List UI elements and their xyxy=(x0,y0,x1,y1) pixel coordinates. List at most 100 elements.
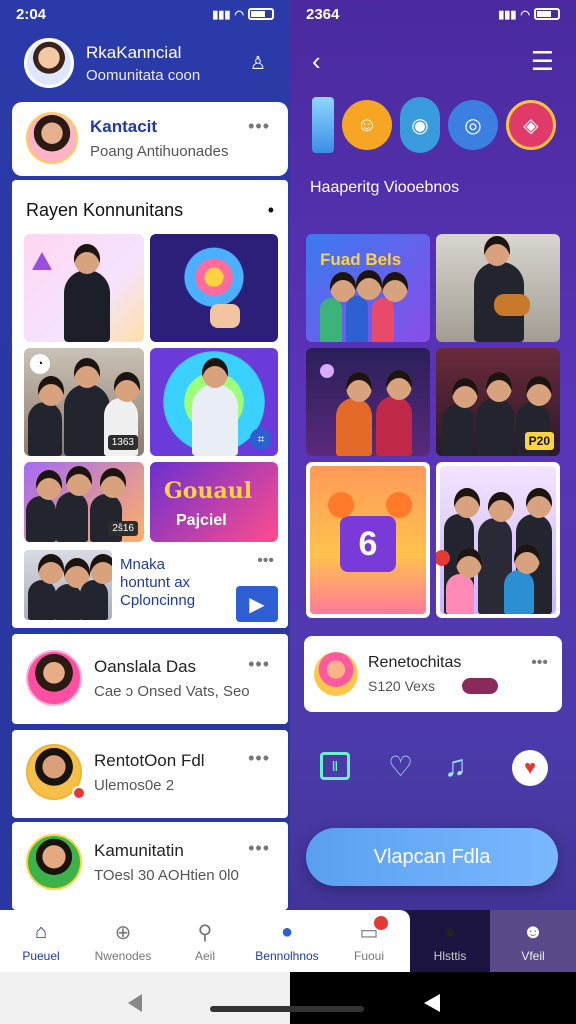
hand-icon xyxy=(210,304,240,328)
back-nav-icon[interactable] xyxy=(128,994,142,1012)
video-grid: Fuad Bels P20 6 xyxy=(306,234,560,618)
list-avatar xyxy=(26,834,82,890)
top-card[interactable]: Kantacit Poang Antihuonades ••• xyxy=(12,102,288,176)
nav-search[interactable]: ⚲ Aeil xyxy=(164,910,246,972)
more-icon[interactable]: ••• xyxy=(248,654,270,675)
lightbulb-icon[interactable]: ◉ xyxy=(400,97,440,153)
calendar-icon[interactable]: Ⅱ xyxy=(320,752,350,780)
video-tile[interactable] xyxy=(436,462,560,618)
top-bar: ‹ ☰ xyxy=(290,28,576,77)
media-list-item[interactable]: Mnaka hontunt ax Cploncinng ••• ▶ xyxy=(24,550,280,622)
media-tile[interactable] xyxy=(150,234,278,342)
wifi-icon: ◠ xyxy=(520,8,530,21)
person-icon: ☻ xyxy=(522,920,544,943)
list-name: Kamunitatin xyxy=(94,840,184,860)
media-tile[interactable]: 1363 ◔ xyxy=(24,348,144,456)
plus-circle-icon: ⊕ xyxy=(114,921,132,944)
cat-icon: ● xyxy=(443,920,457,943)
nav-add[interactable]: ⊕ Nwenodes xyxy=(82,910,164,972)
video-tile[interactable] xyxy=(436,234,560,342)
media-text: Mnaka hontunt ax Cploncinng xyxy=(120,556,195,610)
avatar-bubble-icon[interactable]: ☺ xyxy=(342,100,392,150)
video-tile[interactable]: Fuad Bels xyxy=(306,234,430,342)
list-item[interactable]: RentotOon Fdl Ulemos0e 2 ••• xyxy=(12,730,288,818)
nav-profile[interactable]: ☻ Vfeil xyxy=(490,910,576,972)
home-icon: ⌂ xyxy=(34,920,48,943)
right-pane: 2364 ▮▮▮ ◠ ‹ ☰ ☺ ◉ ◎ ◈ Haaperitg Viooebn… xyxy=(290,0,576,1024)
promo-avatar xyxy=(314,652,358,696)
community-feed-card: Rayen Konnunitans • 1363 ◔ ⌗ 2ŝ16 Gouaul… xyxy=(12,180,288,628)
heart-outline-icon[interactable]: ♡ xyxy=(388,750,413,783)
tile-badge: 6 xyxy=(340,516,396,572)
media-tile[interactable]: 2ŝ16 xyxy=(24,462,144,542)
tile-title: Gouaul xyxy=(164,478,253,504)
profile-header: RkaKanncial Oomunitata coon ♙ xyxy=(0,28,290,98)
home-indicator[interactable] xyxy=(210,1006,364,1012)
category-row: ☺ ◉ ◎ ◈ xyxy=(290,77,576,153)
more-icon[interactable]: ••• xyxy=(248,116,270,137)
video-tile[interactable] xyxy=(306,348,430,456)
bars-icon[interactable] xyxy=(312,97,334,153)
more-icon[interactable]: ••• xyxy=(257,552,274,570)
battery-icon xyxy=(248,8,274,20)
menu-icon[interactable]: ☰ xyxy=(531,46,554,77)
play-icon[interactable]: ▶ xyxy=(236,586,278,622)
card-name: Kantacit xyxy=(90,116,158,136)
status-bar: 2:04 ▮▮▮ ◠ xyxy=(0,0,290,28)
bottom-nav: ⌂ Pueuel ⊕ Nwenodes ⚲ Aeil ● Bennolhnos … xyxy=(0,910,410,972)
list-name: RentotOon Fdl xyxy=(94,750,205,770)
status-time: 2364 xyxy=(306,5,340,23)
list-item[interactable]: Kamunitatin TOesl 30 AOHtien 0l0 ••• xyxy=(12,822,288,910)
back-nav-icon[interactable] xyxy=(424,994,440,1012)
left-pane: 2:04 ▮▮▮ ◠ RkaKanncial Oomunitata coon ♙… xyxy=(0,0,290,1024)
video-tile[interactable]: 6 xyxy=(306,462,430,618)
notification-badge xyxy=(374,916,388,930)
back-icon[interactable]: ‹ xyxy=(312,46,321,77)
person-figure xyxy=(64,244,110,342)
media-line1: Mnaka xyxy=(120,556,166,573)
media-line2: hontunt ax xyxy=(120,574,191,591)
media-tile[interactable]: Gouaul Pajciel xyxy=(150,462,278,542)
wifi-icon: ◠ xyxy=(234,8,244,21)
tile-tag: 2ŝ16 xyxy=(108,521,138,536)
signal-icon: ▮▮▮ xyxy=(212,8,231,21)
right-section-title: Haaperitg Viooebnos xyxy=(310,179,460,196)
nav-chat[interactable]: ● Bennolhnos xyxy=(246,910,328,972)
camera-icon[interactable]: ◎ xyxy=(448,100,498,150)
list-item[interactable]: Oanslala Das Cae ɔ Onsed Vats, Seo ••• xyxy=(12,634,288,724)
tile-title: Fuad Bels xyxy=(320,250,402,269)
media-tile[interactable]: ⌗ xyxy=(150,348,278,456)
card-avatar xyxy=(26,112,78,164)
more-icon[interactable]: ••• xyxy=(248,748,270,769)
tile-tag: 1363 xyxy=(107,435,138,450)
profile-subtitle: Oomunitata coon xyxy=(86,66,201,84)
card-subtitle: Poang Antihuonades xyxy=(90,142,229,160)
media-grid: 1363 ◔ ⌗ 2ŝ16 Gouaul Pajciel xyxy=(24,234,278,542)
list-detail: Cae ɔ Onsed Vats, Seo xyxy=(94,682,250,700)
nav-home[interactable]: ⌂ Pueuel xyxy=(0,910,82,972)
system-nav-bar xyxy=(0,972,576,1024)
video-tile[interactable]: P20 xyxy=(436,348,560,456)
nav-inbox[interactable]: ▭ Fuoui xyxy=(328,910,410,972)
cta-button[interactable]: Vlapcan Fdla xyxy=(306,828,558,886)
tile-tag: P20 xyxy=(524,432,554,450)
media-tile[interactable] xyxy=(24,234,144,342)
shape-icon xyxy=(32,252,52,270)
badge-icon: ◔ xyxy=(30,354,50,374)
action-row: Ⅱ ♡ ♫ ♥ xyxy=(318,750,558,790)
coin-icon[interactable]: ◈ xyxy=(506,100,556,150)
search-icon: ⚲ xyxy=(197,921,213,944)
notification-icon[interactable]: ♙ xyxy=(250,53,266,74)
orb-icon xyxy=(320,364,334,378)
battery-icon xyxy=(534,8,560,20)
list-detail: Ulemos0e 2 xyxy=(94,776,175,794)
expand-icon[interactable]: ⌗ xyxy=(250,428,272,450)
promo-card[interactable]: Renetochitas S120 Vexs ••• xyxy=(304,636,562,712)
heart-icon[interactable]: ♥ xyxy=(512,750,548,786)
nav-history[interactable]: ● Hlsttis xyxy=(410,910,490,972)
more-icon[interactable]: ••• xyxy=(531,654,548,672)
more-icon[interactable]: ••• xyxy=(248,838,270,859)
list-detail: TOesl 30 AOHtien 0l0 xyxy=(94,866,239,884)
avatar[interactable] xyxy=(24,38,74,88)
music-icon[interactable]: ♫ xyxy=(444,750,467,784)
